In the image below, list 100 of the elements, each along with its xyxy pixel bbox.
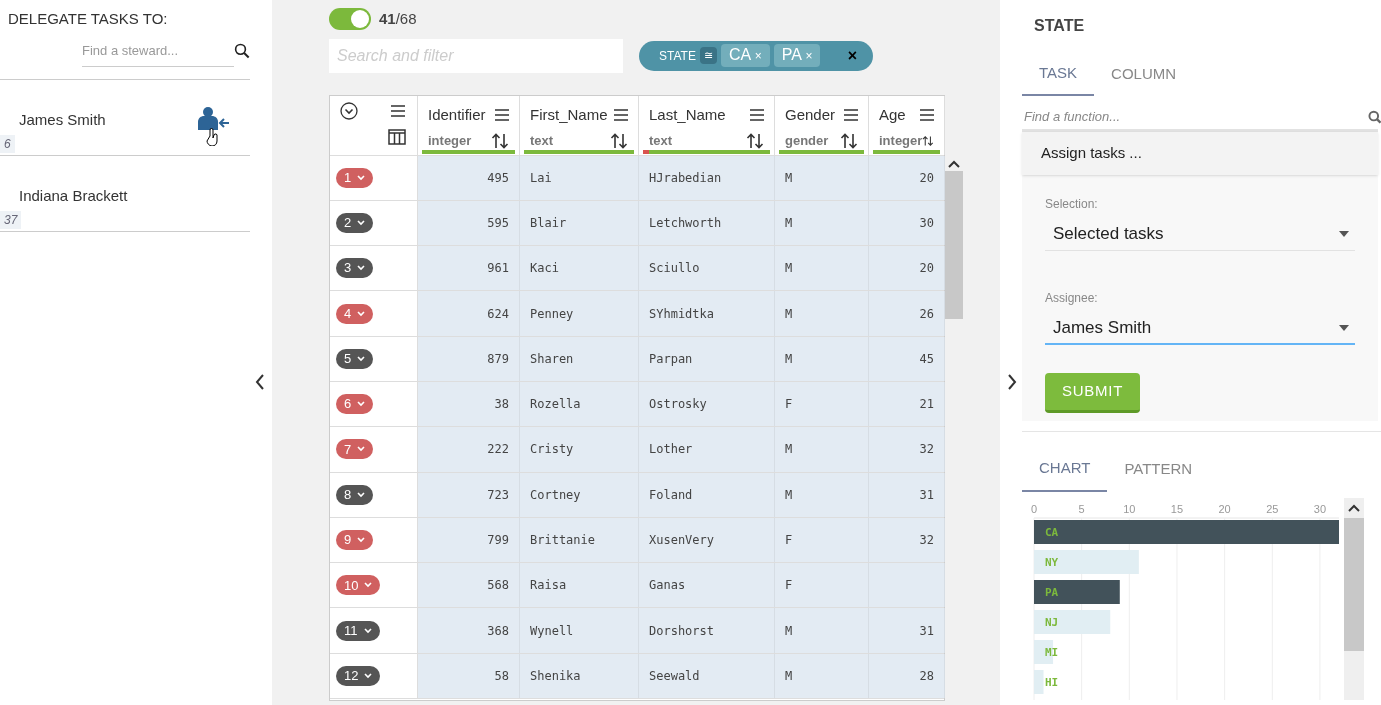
table-cell: 38 xyxy=(418,382,520,427)
row-index-badge[interactable]: 10 xyxy=(336,575,381,596)
column-type: text xyxy=(530,132,554,150)
table-cell: 26 xyxy=(869,291,945,336)
table-cell: F xyxy=(775,517,869,563)
operator-tag[interactable]: ≅ xyxy=(699,47,717,64)
search-icon[interactable] xyxy=(233,41,250,60)
axis-tick-label: 0 xyxy=(1030,502,1038,515)
table-cell: 495 xyxy=(418,155,520,200)
select-field[interactable]: James Smith xyxy=(1045,312,1355,345)
remove-filter-button[interactable]: × xyxy=(847,43,857,68)
row-index-badge[interactable]: 2 xyxy=(336,212,374,233)
axis-tick-label: 15 xyxy=(1170,502,1184,515)
chart-scrollbar[interactable] xyxy=(1344,497,1364,700)
tab[interactable]: CHART xyxy=(1022,447,1108,492)
chart-bar[interactable] xyxy=(1034,579,1120,604)
columns-icon[interactable] xyxy=(388,128,406,145)
table-cell: Cortney xyxy=(520,472,639,517)
column-header[interactable]: Last_Name text xyxy=(639,95,775,155)
steward-search-field[interactable]: Find a steward... xyxy=(82,34,234,67)
filter-label: STATE xyxy=(659,47,696,65)
function-search-field[interactable]: Find a function... xyxy=(1022,107,1368,127)
action-header[interactable]: Assign tasks ... xyxy=(1022,132,1378,175)
panel-title: DELEGATE TASKS TO: xyxy=(7,9,169,29)
menu-icon[interactable] xyxy=(844,108,858,121)
row-index-badge[interactable]: 1 xyxy=(336,167,374,188)
menu-icon[interactable] xyxy=(391,104,405,117)
table-cell: Ganas xyxy=(639,563,775,608)
row-index-badge[interactable]: 11 xyxy=(336,620,380,641)
select-field[interactable]: Selected tasks xyxy=(1045,218,1355,251)
table-cell: 20 xyxy=(869,246,945,291)
table-cell: Sciullo xyxy=(639,246,775,291)
table-cell: 45 xyxy=(869,336,945,381)
table-cell: Shenika xyxy=(520,653,639,699)
bar-label: MI xyxy=(1045,645,1059,659)
tab[interactable]: PATTERN xyxy=(1107,447,1210,492)
toggle-switch[interactable] xyxy=(329,8,371,31)
table-cell: Raisa xyxy=(520,563,639,608)
filter-pill[interactable]: STATE ≅ CA × PA × × xyxy=(639,40,873,71)
scroll-up-icon[interactable] xyxy=(948,159,960,168)
table-cell: 58 xyxy=(418,653,520,699)
bar-label: NJ xyxy=(1045,615,1059,629)
steward-item[interactable]: Indiana Brackett 37 xyxy=(0,155,250,232)
row-index-badge[interactable]: 9 xyxy=(336,530,374,550)
table-cell: M xyxy=(775,155,869,200)
row-index-badge[interactable]: 4 xyxy=(336,303,374,324)
sort-icon[interactable] xyxy=(610,132,628,149)
table-cell: Rozella xyxy=(520,382,639,427)
tab[interactable]: COLUMN xyxy=(1094,52,1194,96)
caret-icon xyxy=(1339,324,1349,331)
menu-icon[interactable] xyxy=(495,108,509,121)
sort-icon[interactable] xyxy=(746,132,764,149)
table-cell: HJrabedian xyxy=(639,155,775,200)
field-label: Assignee: xyxy=(1045,289,1099,307)
row-index-badge[interactable]: 7 xyxy=(336,439,374,460)
panel-title: STATE xyxy=(1033,16,1086,36)
table-cell: M xyxy=(775,291,869,336)
sort-icon[interactable] xyxy=(840,132,858,149)
row-index-badge[interactable]: 5 xyxy=(336,348,374,369)
table-cell: 20 xyxy=(869,155,945,200)
collapse-left-icon[interactable] xyxy=(255,374,265,390)
scroll-up-icon[interactable] xyxy=(1348,503,1360,512)
axis-tick-label: 30 xyxy=(1313,502,1327,515)
row-index-badge[interactable]: 12 xyxy=(336,665,381,686)
row-index-badge[interactable]: 8 xyxy=(336,484,374,505)
table-cell: M xyxy=(775,608,869,653)
table-cell: 961 xyxy=(418,246,520,291)
collapse-right-icon[interactable] xyxy=(1007,374,1017,390)
sort-icon[interactable] xyxy=(491,132,509,149)
table-cell: 624 xyxy=(418,291,520,336)
menu-icon[interactable] xyxy=(750,108,764,121)
table-cell: Blair xyxy=(520,200,639,246)
menu-icon[interactable] xyxy=(614,108,628,121)
column-header[interactable]: First_Name text xyxy=(520,95,639,155)
table-cell: 31 xyxy=(869,608,945,653)
table-cell: XusenVery xyxy=(639,517,775,563)
row-index-badge[interactable]: 6 xyxy=(336,394,374,415)
axis-tick-label: 10 xyxy=(1123,502,1136,515)
table-cell: M xyxy=(775,200,869,246)
menu-icon[interactable] xyxy=(920,108,934,121)
scrollbar-thumb[interactable] xyxy=(1344,517,1364,651)
table-cell: M xyxy=(775,246,869,291)
chart-bar[interactable] xyxy=(1034,519,1339,544)
tab[interactable]: TASK xyxy=(1022,52,1095,96)
assign-user-icon[interactable] xyxy=(198,105,232,146)
row-count: 41/68 xyxy=(379,9,417,29)
table-cell: M xyxy=(775,427,869,472)
column-header[interactable]: Identifier integer xyxy=(418,95,520,155)
row-index-badge[interactable]: 3 xyxy=(336,258,374,279)
axis-tick-label: 20 xyxy=(1218,502,1231,515)
steward-name: James Smith xyxy=(19,109,106,130)
table-cell: Foland xyxy=(639,472,775,517)
table-cell: 30 xyxy=(869,200,945,246)
scrollbar-thumb[interactable] xyxy=(945,170,963,319)
steward-item[interactable]: James Smith 6 xyxy=(0,79,250,156)
table-cell: Letchworth xyxy=(639,200,775,246)
column-header[interactable]: Gender gender xyxy=(775,95,869,155)
expand-all-icon[interactable] xyxy=(340,101,358,120)
table-cell: 879 xyxy=(418,336,520,381)
task-count: 6 xyxy=(0,134,15,153)
